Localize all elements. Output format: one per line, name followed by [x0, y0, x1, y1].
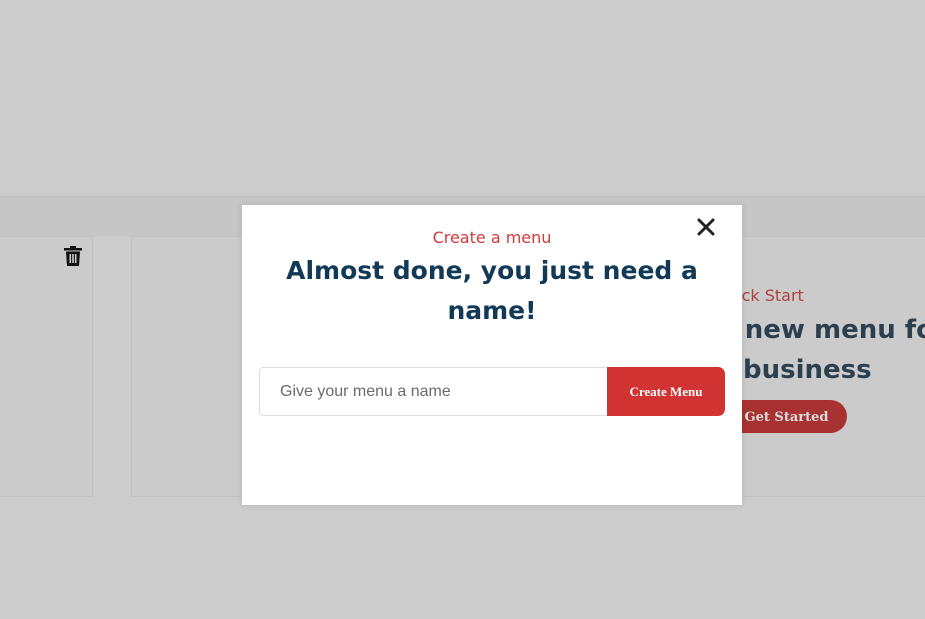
modal-subtitle: Create a menu: [432, 228, 552, 247]
menu-name-input[interactable]: [259, 367, 607, 416]
modal-title: Almost done, you just need a name!: [286, 256, 698, 325]
create-menu-modal: Create a menu Almost done, you just need…: [242, 205, 742, 505]
create-menu-button[interactable]: Create Menu: [607, 367, 725, 416]
